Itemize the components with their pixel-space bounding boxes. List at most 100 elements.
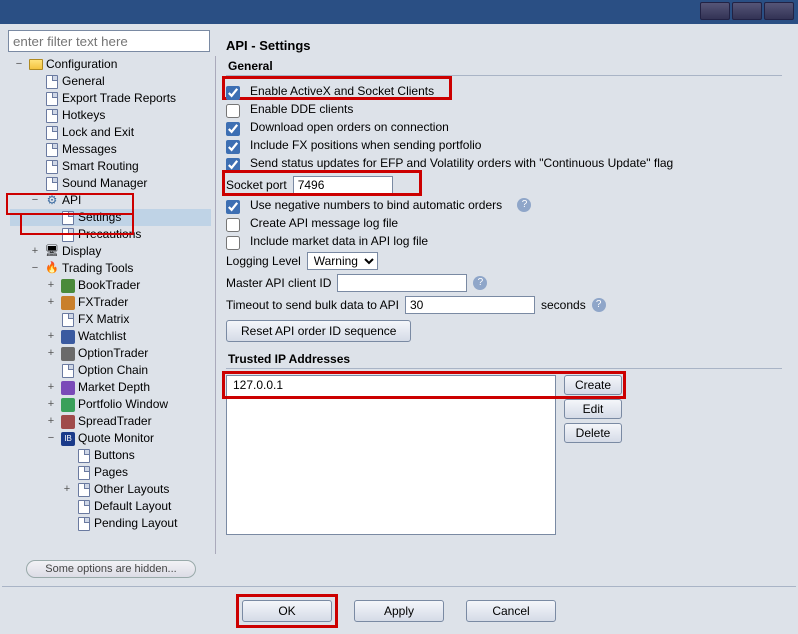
tree-label: Market Depth	[78, 379, 150, 396]
tree-item-sound-manager[interactable]: Sound Manager	[10, 175, 211, 192]
tree-label: Messages	[62, 141, 117, 158]
checkbox-download[interactable]	[226, 122, 240, 136]
tree-label: BookTrader	[78, 277, 140, 294]
tree-label: SpreadTrader	[78, 413, 152, 430]
tree-label: Configuration	[46, 56, 117, 73]
window-titlebar	[0, 0, 798, 24]
tree-label: Buttons	[94, 447, 135, 464]
label-efp[interactable]: Send status updates for EFP and Volatili…	[250, 156, 673, 170]
tree-label: Export Trade Reports	[62, 90, 176, 107]
label-download[interactable]: Download open orders on connection	[250, 120, 449, 134]
close-button[interactable]	[764, 2, 794, 20]
sidebar: −ConfigurationGeneralExport Trade Report…	[6, 28, 216, 582]
tree-label: Smart Routing	[62, 158, 139, 175]
tree-item-general[interactable]: General	[10, 73, 211, 90]
apply-button[interactable]: Apply	[354, 600, 444, 622]
tree-item-pending-layout[interactable]: Pending Layout	[10, 515, 211, 532]
tree-item-hotkeys[interactable]: Hotkeys	[10, 107, 211, 124]
tree-item-optiontrader[interactable]: +OptionTrader	[10, 345, 211, 362]
page-title: API - Settings	[226, 34, 782, 55]
socket-port-input[interactable]	[293, 176, 393, 194]
tree-item-settings[interactable]: Settings	[10, 209, 211, 226]
tree-item-fx-matrix[interactable]: FX Matrix	[10, 311, 211, 328]
checkbox-neg[interactable]	[226, 200, 240, 214]
master-id-input[interactable]	[337, 274, 467, 292]
tree-label: API	[62, 192, 81, 209]
tree-label: Settings	[78, 209, 121, 226]
max-button[interactable]	[732, 2, 762, 20]
list-item[interactable]: 127.0.0.1	[227, 376, 555, 394]
tree-item-quote-monitor[interactable]: −IBQuote Monitor	[10, 430, 211, 447]
tree-item-pages[interactable]: Pages	[10, 464, 211, 481]
tree-label: Default Layout	[94, 498, 171, 515]
tree-item-smart-routing[interactable]: Smart Routing	[10, 158, 211, 175]
label-msglog[interactable]: Create API message log file	[250, 216, 398, 230]
label-dde[interactable]: Enable DDE clients	[250, 102, 353, 116]
tree-label: Lock and Exit	[62, 124, 134, 141]
min-button[interactable]	[700, 2, 730, 20]
tree-label: Trading Tools	[62, 260, 133, 277]
tree-item-lock-and-exit[interactable]: Lock and Exit	[10, 124, 211, 141]
timeout-input[interactable]	[405, 296, 535, 314]
tree-item-option-chain[interactable]: Option Chain	[10, 362, 211, 379]
tree-label: Display	[62, 243, 101, 260]
tree-item-portfolio-window[interactable]: +Portfolio Window	[10, 396, 211, 413]
master-id-label: Master API client ID	[226, 276, 331, 290]
tree-item-booktrader[interactable]: +BookTrader	[10, 277, 211, 294]
tree-item-spreadtrader[interactable]: +SpreadTrader	[10, 413, 211, 430]
trusted-ip-list[interactable]: 127.0.0.1	[226, 375, 556, 535]
checkbox-mktlog[interactable]	[226, 236, 240, 250]
logging-level-select[interactable]: Warning	[307, 252, 378, 270]
checkbox-activex[interactable]	[226, 86, 240, 100]
hidden-options-pill[interactable]: Some options are hidden...	[26, 560, 196, 578]
checkbox-fx[interactable]	[226, 140, 240, 154]
checkbox-efp[interactable]	[226, 158, 240, 172]
tree-item-precautions[interactable]: Precautions	[10, 226, 211, 243]
tree-label: Sound Manager	[62, 175, 147, 192]
tree-label: Precautions	[78, 226, 141, 243]
checkbox-msglog[interactable]	[226, 218, 240, 232]
logging-level-label: Logging Level	[226, 254, 301, 268]
tree-label: FXTrader	[78, 294, 128, 311]
tree-item-watchlist[interactable]: +Watchlist	[10, 328, 211, 345]
socket-port-label: Socket port	[226, 178, 287, 192]
tree-label: Other Layouts	[94, 481, 169, 498]
create-button[interactable]: Create	[564, 375, 622, 395]
tree-label: Option Chain	[78, 362, 148, 379]
tree-item-messages[interactable]: Messages	[10, 141, 211, 158]
label-activex[interactable]: Enable ActiveX and Socket Clients	[250, 84, 434, 98]
tree-item-other-layouts[interactable]: +Other Layouts	[10, 481, 211, 498]
tree-item-api[interactable]: −⚙API	[10, 192, 211, 209]
help-icon[interactable]: ?	[517, 198, 531, 212]
help-icon[interactable]: ?	[592, 298, 606, 312]
reset-order-id-button[interactable]: Reset API order ID sequence	[226, 320, 411, 342]
api-icon: ⚙	[45, 194, 59, 208]
filter-input[interactable]	[8, 30, 210, 52]
content-pane: API - Settings General Enable ActiveX an…	[216, 28, 792, 582]
timeout-unit: seconds	[541, 298, 586, 312]
checkbox-dde[interactable]	[226, 104, 240, 118]
label-mktlog[interactable]: Include market data in API log file	[250, 234, 428, 248]
dialog-footer: OK Apply Cancel	[2, 586, 796, 634]
tree-item-default-layout[interactable]: Default Layout	[10, 498, 211, 515]
tree-item-export-trade-reports[interactable]: Export Trade Reports	[10, 90, 211, 107]
cancel-button[interactable]: Cancel	[466, 600, 556, 622]
timeout-label: Timeout to send bulk data to API	[226, 298, 399, 312]
tree-item-trading-tools[interactable]: −🔥Trading Tools	[10, 260, 211, 277]
tree-item-buttons[interactable]: Buttons	[10, 447, 211, 464]
label-neg[interactable]: Use negative numbers to bind automatic o…	[250, 198, 502, 212]
ok-button[interactable]: OK	[242, 600, 332, 622]
tree-label: Pending Layout	[94, 515, 177, 532]
tree-item-fxtrader[interactable]: +FXTrader	[10, 294, 211, 311]
tree-label: Watchlist	[78, 328, 126, 345]
tree-item-display[interactable]: +🖥Display	[10, 243, 211, 260]
tree-label: FX Matrix	[78, 311, 129, 328]
tree-root[interactable]: −Configuration	[10, 56, 211, 73]
tree-item-market-depth[interactable]: +Market Depth	[10, 379, 211, 396]
tree-label: Portfolio Window	[78, 396, 168, 413]
delete-button[interactable]: Delete	[564, 423, 622, 443]
help-icon[interactable]: ?	[473, 276, 487, 290]
tree-label: General	[62, 73, 105, 90]
label-fx[interactable]: Include FX positions when sending portfo…	[250, 138, 481, 152]
edit-button[interactable]: Edit	[564, 399, 622, 419]
